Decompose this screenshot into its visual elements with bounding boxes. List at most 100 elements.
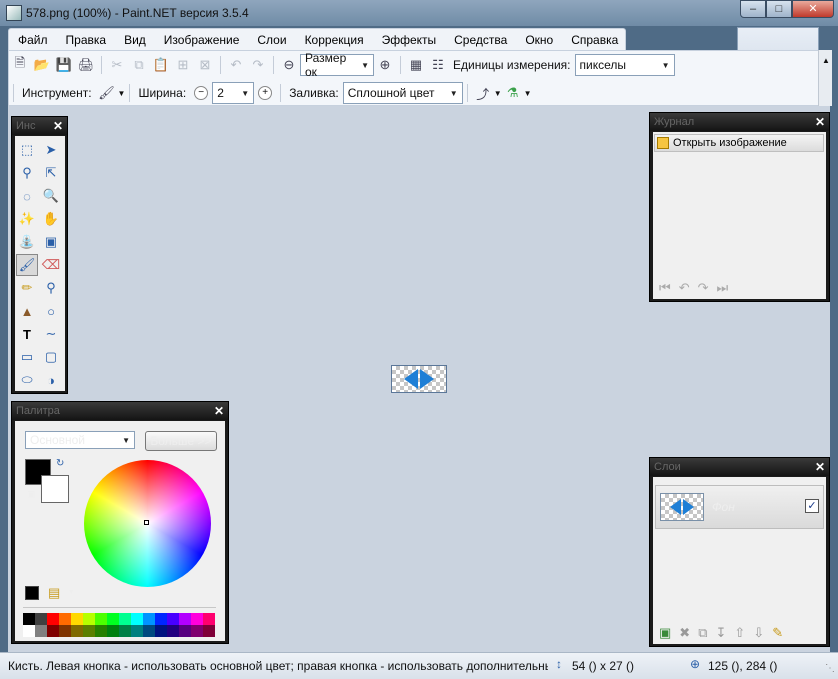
color-swatch[interactable] xyxy=(131,625,143,637)
color-swatch[interactable] xyxy=(83,625,95,637)
color-swatch[interactable] xyxy=(179,625,191,637)
close-icon[interactable]: ✕ xyxy=(815,458,825,476)
blend-mode-icon[interactable]: ⚗ xyxy=(504,84,522,102)
chevron-down-icon[interactable]: ▼ xyxy=(68,589,75,596)
move-up-icon[interactable]: ⇧ xyxy=(734,625,745,641)
move-selected-icon[interactable]: ➤ xyxy=(40,139,62,161)
color-swatch[interactable] xyxy=(71,625,83,637)
more-colors-button[interactable]: Больше >> xyxy=(145,431,217,451)
color-swatch[interactable] xyxy=(191,613,203,625)
copy-icon[interactable]: ⧉ xyxy=(130,56,148,74)
chevron-down-icon[interactable]: ▼ xyxy=(118,89,126,98)
fast-forward-icon[interactable]: ⏭ xyxy=(717,280,729,296)
delete-layer-icon[interactable]: ✖ xyxy=(679,625,690,641)
undo-icon[interactable]: ↶ xyxy=(679,280,690,296)
grid-icon[interactable]: ▦ xyxy=(407,56,425,74)
color-swatch[interactable] xyxy=(119,625,131,637)
text-icon[interactable]: T xyxy=(16,323,38,345)
eraser-icon[interactable]: ⌫ xyxy=(40,254,62,276)
color-swatch[interactable] xyxy=(155,613,167,625)
menu-view[interactable]: Вид xyxy=(115,30,155,50)
color-swatch[interactable] xyxy=(35,613,47,625)
color-swatch[interactable] xyxy=(83,613,95,625)
redo-icon[interactable]: ↷ xyxy=(698,280,709,296)
merge-down-icon[interactable]: ↧ xyxy=(716,625,727,641)
duplicate-layer-icon[interactable]: ⧉ xyxy=(698,625,707,641)
paint-bucket-icon[interactable]: ⛲ xyxy=(16,231,38,253)
menu-image[interactable]: Изображение xyxy=(155,30,249,50)
color-swatch[interactable] xyxy=(119,613,131,625)
color-swatch[interactable] xyxy=(59,625,71,637)
gradient-icon[interactable]: ▣ xyxy=(40,231,62,253)
cut-icon[interactable]: ✂ xyxy=(108,56,126,74)
minimize-button[interactable]: – xyxy=(740,0,766,18)
resize-grip-icon[interactable]: ⋱ xyxy=(825,663,835,674)
color-swatch[interactable] xyxy=(167,625,179,637)
recolor-icon[interactable]: ○ xyxy=(40,300,62,322)
fill-select[interactable]: Сплошной цвет ▼ xyxy=(342,82,463,104)
menu-window[interactable]: Окно xyxy=(516,30,562,50)
rectangle-icon[interactable]: ▭ xyxy=(16,346,38,368)
zoom-out-icon[interactable]: ⊖ xyxy=(280,56,298,74)
maximize-button[interactable]: □ xyxy=(766,0,792,18)
color-swatch[interactable] xyxy=(107,625,119,637)
close-button[interactable]: ✕ xyxy=(792,0,834,18)
zoom-in-icon[interactable]: ⊕ xyxy=(376,56,394,74)
close-icon[interactable]: ✕ xyxy=(214,402,224,420)
width-select[interactable]: 2 ▼ xyxy=(212,82,255,104)
image-canvas[interactable] xyxy=(391,365,447,393)
menu-edit[interactable]: Правка xyxy=(57,30,116,50)
color-swatch[interactable] xyxy=(179,613,191,625)
history-item[interactable]: Открыть изображение xyxy=(654,134,824,152)
freeform-shape-icon[interactable]: ◑ xyxy=(40,369,62,391)
rectangle-select-icon[interactable]: ⬚ xyxy=(16,139,38,161)
menu-utilities[interactable]: Средства xyxy=(445,30,516,50)
move-down-icon[interactable]: ⇩ xyxy=(753,625,764,641)
ellipse-select-icon[interactable]: ◌ xyxy=(16,185,38,207)
color-swatch[interactable] xyxy=(131,613,143,625)
color-swatch[interactable] xyxy=(59,613,71,625)
chevron-down-icon[interactable]: ▼ xyxy=(524,89,532,98)
color-swatch[interactable] xyxy=(35,625,47,637)
add-color-icon[interactable] xyxy=(25,586,39,600)
color-swatch[interactable] xyxy=(203,625,215,637)
layer-visibility-checkbox[interactable]: ✓ xyxy=(805,499,819,513)
color-picker-icon[interactable]: ⚲ xyxy=(40,277,62,299)
toolbar-scrollbar[interactable]: ▲ xyxy=(818,50,832,106)
zoom-select[interactable]: Размер ок ▼ xyxy=(300,51,374,79)
lasso-select-icon[interactable]: ⚲ xyxy=(16,162,38,184)
redo-icon[interactable]: ↷ xyxy=(249,56,267,74)
menu-help[interactable]: Справка xyxy=(562,30,627,50)
crop-icon[interactable]: ⊞ xyxy=(174,56,192,74)
units-select[interactable]: пикселы ▼ xyxy=(574,54,675,76)
secondary-color-swatch[interactable] xyxy=(41,475,69,503)
color-swatch[interactable] xyxy=(23,613,35,625)
color-swatch[interactable] xyxy=(155,625,167,637)
ruler-icon[interactable]: ☷ xyxy=(429,56,447,74)
paintbrush-icon[interactable]: 🖌 xyxy=(98,84,116,102)
color-swatch[interactable] xyxy=(71,613,83,625)
chevron-down-icon[interactable]: ▼ xyxy=(494,89,502,98)
menu-layers[interactable]: Слои xyxy=(248,30,295,50)
color-swatch[interactable] xyxy=(95,613,107,625)
menu-effects[interactable]: Эффекты xyxy=(373,30,446,50)
reset-colors-icon[interactable]: ▣ xyxy=(27,489,36,500)
zoom-icon[interactable]: 🔍 xyxy=(40,185,62,207)
new-file-icon[interactable]: 🗎 xyxy=(11,55,29,74)
color-swatch[interactable] xyxy=(47,625,59,637)
line-curve-icon[interactable]: ∼ xyxy=(40,323,62,345)
clone-stamp-icon[interactable]: ▲ xyxy=(16,300,38,322)
paste-icon[interactable]: 📋 xyxy=(152,56,170,74)
width-increase-button[interactable]: + xyxy=(258,86,273,100)
color-swatch[interactable] xyxy=(167,613,179,625)
color-swatch[interactable] xyxy=(95,625,107,637)
swap-colors-icon[interactable]: ↻ xyxy=(56,458,64,469)
color-swatch[interactable] xyxy=(143,625,155,637)
paintbrush-icon[interactable]: 🖌 xyxy=(16,254,38,276)
add-layer-icon[interactable]: ▣ xyxy=(659,625,671,641)
antialiasing-icon[interactable]: ⤴ xyxy=(474,84,492,102)
open-file-icon[interactable]: 📂 xyxy=(33,56,51,74)
color-swatch[interactable] xyxy=(203,613,215,625)
rounded-rectangle-icon[interactable]: ▢ xyxy=(40,346,62,368)
menu-file[interactable]: Файл xyxy=(9,30,57,50)
